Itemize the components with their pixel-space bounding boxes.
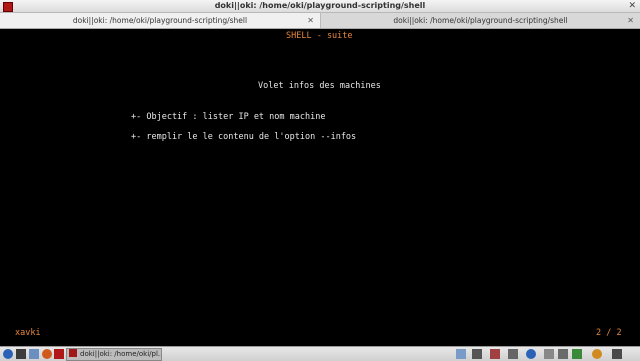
tab-2[interactable]: doki||oki: /home/oki/playground-scriptin…	[321, 13, 640, 28]
tray-power-icon[interactable]	[592, 349, 602, 359]
terminal-icon[interactable]	[16, 349, 26, 359]
tray-terminal-icon[interactable]	[472, 349, 482, 359]
tab-bar: doki||oki: /home/oki/playground-scriptin…	[0, 13, 640, 29]
tab-2-close-icon[interactable]: ✕	[627, 13, 634, 28]
tab-1-close-icon[interactable]: ✕	[307, 13, 314, 28]
taskbar-task-terminal[interactable]: doki||oki: /home/oki/pl...	[66, 348, 162, 361]
slide-heading: Volet infos des machines	[258, 81, 381, 91]
bullet-line-2: +- remplir le le contenu de l'option --i…	[131, 132, 357, 142]
terminal-area[interactable]: SHELL - suite Volet infos des machines +…	[0, 29, 640, 346]
footer-author: xavki	[15, 328, 41, 338]
window-close-icon[interactable]: ✕	[628, 0, 636, 12]
bullet-line-1: +- Objectif : lister IP et nom machine	[131, 112, 326, 122]
app-icon[interactable]	[54, 349, 64, 359]
task-label: doki||oki: /home/oki/pl...	[80, 350, 162, 358]
tray-network-icon[interactable]	[526, 349, 536, 359]
browser-icon[interactable]	[42, 349, 52, 359]
task-terminal-icon	[69, 349, 77, 357]
files-icon[interactable]	[29, 349, 39, 359]
window-title: doki||oki: /home/oki/playground-scriptin…	[214, 1, 426, 10]
footer-page-counter: 2 / 2	[596, 328, 622, 338]
tray-app-icon[interactable]	[490, 349, 500, 359]
tab-1[interactable]: doki||oki: /home/oki/playground-scriptin…	[0, 13, 321, 28]
tray-monitor-icon[interactable]	[508, 349, 518, 359]
clock-icon[interactable]	[612, 349, 622, 359]
tray-update-icon[interactable]	[572, 349, 582, 359]
window-titlebar[interactable]: doki||oki: /home/oki/playground-scriptin…	[0, 0, 640, 13]
tab-2-label: doki||oki: /home/oki/playground-scriptin…	[393, 16, 568, 25]
slide-header: SHELL - suite	[286, 31, 353, 41]
tray-battery-icon[interactable]	[558, 349, 568, 359]
tab-1-label: doki||oki: /home/oki/playground-scriptin…	[72, 16, 248, 25]
taskbar: doki||oki: /home/oki/pl...	[0, 346, 640, 361]
tray-window-icon[interactable]	[456, 349, 466, 359]
menu-icon[interactable]	[3, 349, 13, 359]
tray-volume-icon[interactable]	[544, 349, 554, 359]
